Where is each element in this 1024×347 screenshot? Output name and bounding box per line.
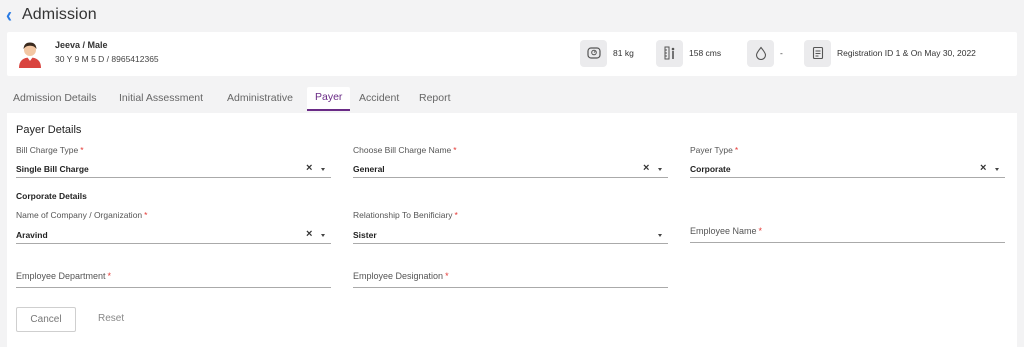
height-ruler-icon (656, 39, 683, 67)
company-select[interactable]: Name of Company / Organization * Aravind … (16, 210, 331, 244)
patient-banner: Jeeva / Male 30 Y 9 M 5 D / 8965412365 8… (7, 32, 1017, 76)
patient-age-phone: 30 Y 9 M 5 D / 8965412365 (55, 54, 159, 64)
field-underline (690, 177, 1005, 178)
dropdown-arrow-icon[interactable] (658, 234, 662, 237)
page-title: Admission (22, 6, 97, 23)
field-underline (353, 287, 668, 288)
field-value: General (353, 164, 385, 174)
clear-icon[interactable]: × (980, 162, 986, 174)
clear-icon[interactable]: × (306, 228, 312, 240)
required-asterisk: * (445, 271, 449, 281)
tab-initial-assessment[interactable]: Initial Assessment (119, 86, 203, 110)
field-underline (690, 242, 1005, 243)
field-underline (16, 287, 331, 288)
registration-document-icon (804, 39, 831, 67)
relationship-select[interactable]: Relationship To Benificiary * Sister (353, 210, 668, 244)
field-underline (353, 243, 668, 244)
field-underline (16, 243, 331, 244)
weight-value: 81 kg (613, 48, 634, 58)
height-value: 158 cms (689, 48, 722, 58)
blood-group-vital: - (747, 39, 783, 67)
required-asterisk: * (734, 145, 739, 155)
employee-department-input[interactable]: Employee Department * (16, 271, 331, 288)
field-label: Employee Department (16, 271, 106, 281)
field-value: Aravind (16, 230, 48, 240)
tab-accident[interactable]: Accident (359, 86, 399, 110)
dropdown-arrow-icon[interactable] (321, 168, 325, 171)
dropdown-arrow-icon[interactable] (995, 168, 999, 171)
blood-drop-icon (747, 39, 774, 67)
field-label: Bill Charge Type (16, 145, 79, 155)
tab-payer[interactable]: Payer (307, 87, 351, 111)
field-label: Payer Type (690, 145, 733, 155)
required-asterisk: * (144, 210, 148, 220)
field-label: Employee Designation (353, 271, 444, 281)
required-asterisk: * (454, 210, 458, 220)
bill-charge-name-select[interactable]: Choose Bill Charge Name * General × (353, 145, 668, 178)
corporate-details-title: Corporate Details (16, 191, 87, 201)
registration-info: Registration ID 1 & On May 30, 2022 (837, 48, 976, 58)
clear-icon[interactable]: × (306, 162, 312, 174)
payer-details-panel: Payer Details Bill Charge Type * Single B… (7, 113, 1017, 347)
weight-vital: 81 kg (580, 39, 634, 67)
tab-admission-details[interactable]: Admission Details (13, 86, 96, 110)
patient-avatar-icon (19, 42, 41, 68)
tab-bar: Admission Details Initial Assessment Adm… (0, 86, 1024, 111)
required-asterisk: * (453, 145, 457, 155)
patient-name: Jeeva / Male (55, 40, 108, 50)
tab-report[interactable]: Report (419, 86, 451, 110)
required-asterisk: * (758, 226, 763, 236)
field-value: Corporate (690, 164, 731, 174)
page-header: ‹ Admission (0, 0, 1024, 30)
blood-group-value: - (780, 48, 783, 58)
employee-name-input[interactable]: Employee Name * (690, 226, 1005, 243)
field-underline (16, 177, 331, 178)
tab-administrative[interactable]: Administrative (227, 86, 293, 110)
section-title: Payer Details (16, 124, 82, 136)
dropdown-arrow-icon[interactable] (658, 168, 662, 171)
bill-charge-type-select[interactable]: Bill Charge Type * Single Bill Charge × (16, 145, 331, 178)
height-vital: 158 cms (656, 39, 721, 67)
payer-type-select[interactable]: Payer Type * Corporate × (690, 145, 1005, 178)
required-asterisk: * (80, 145, 84, 155)
field-label: Choose Bill Charge Name (353, 145, 452, 155)
required-asterisk: * (107, 271, 112, 281)
dropdown-arrow-icon[interactable] (321, 234, 325, 237)
field-label: Relationship To Benificiary (353, 210, 453, 220)
reset-button[interactable]: Reset (98, 313, 124, 324)
registration-vital: Registration ID 1 & On May 30, 2022 (804, 39, 976, 67)
clear-icon[interactable]: × (643, 162, 649, 174)
field-label: Name of Company / Organization (16, 210, 143, 220)
back-arrow-icon[interactable]: ‹ (6, 2, 20, 27)
field-underline (353, 177, 668, 178)
employee-designation-input[interactable]: Employee Designation * (353, 271, 668, 288)
weighing-scale-icon (580, 39, 607, 67)
field-value: Sister (353, 230, 377, 240)
cancel-button[interactable]: Cancel (16, 307, 76, 332)
field-label: Employee Name (690, 226, 757, 236)
field-value: Single Bill Charge (16, 164, 89, 174)
